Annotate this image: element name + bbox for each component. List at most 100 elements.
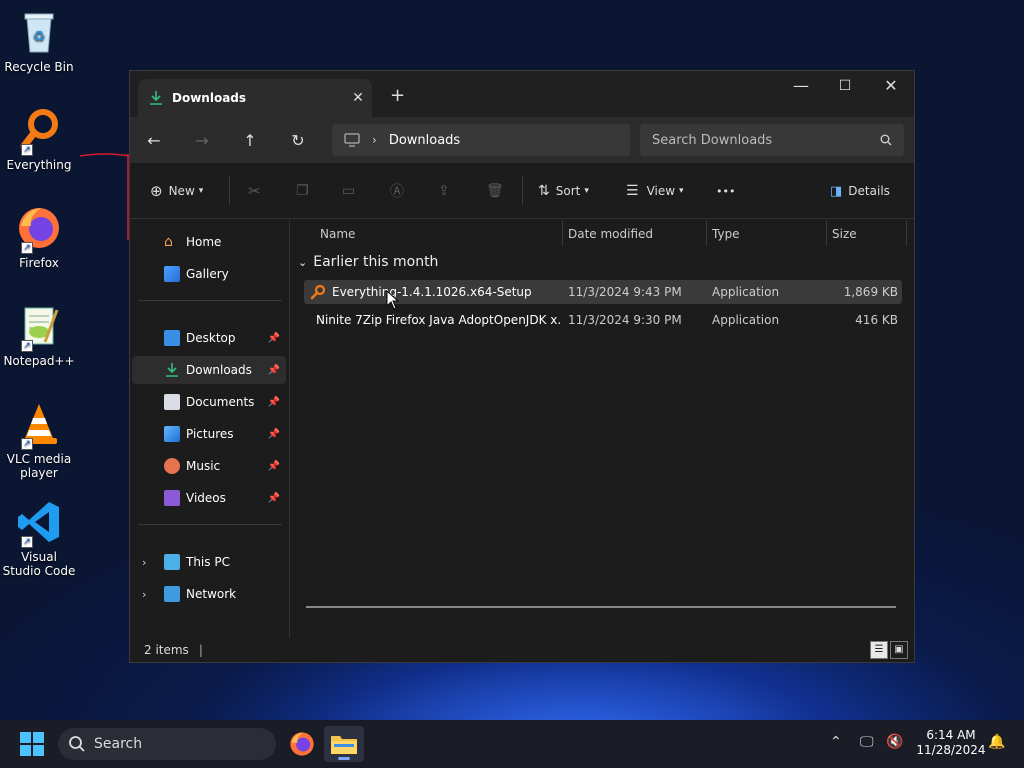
column-header-size[interactable]: Size — [832, 220, 857, 248]
desktop-icon-label: Visual Studio Code — [2, 550, 76, 578]
details-button[interactable]: ◨ Details — [830, 163, 890, 219]
table-row[interactable]: Ninite 7Zip Firefox Java AdoptOpenJDK x.… — [304, 308, 902, 332]
copy-icon[interactable]: ❐ — [296, 163, 309, 219]
file-type: Application — [712, 285, 780, 299]
desktop-icon-notepad-plus-plus[interactable]: ↗ Notepad++ — [2, 302, 76, 368]
view-list-icon: ☰ — [626, 183, 639, 199]
desktop-icon-vscode[interactable]: ↗ Visual Studio Code — [2, 498, 76, 578]
sidebar-item-gallery[interactable]: Gallery — [132, 260, 286, 288]
sort-button[interactable]: ⇅ Sort ▾ — [538, 163, 589, 219]
everything-search-icon: ↗ — [15, 106, 63, 156]
desktop-icon-firefox[interactable]: ↗ Firefox — [2, 204, 76, 270]
desktop-icon-label: Everything — [6, 158, 72, 172]
taskbar-file-explorer[interactable] — [324, 726, 364, 762]
pictures-icon — [164, 426, 180, 442]
pin-icon[interactable]: 📌 — [268, 429, 280, 440]
chevron-right-icon[interactable]: › — [142, 588, 146, 601]
pin-icon[interactable]: 📌 — [268, 397, 280, 408]
sidebar-item-pictures[interactable]: Pictures 📌 — [132, 420, 286, 448]
breadcrumb-downloads[interactable]: Downloads — [389, 133, 460, 148]
column-header-type[interactable]: Type — [712, 220, 740, 248]
pin-icon[interactable]: 📌 — [268, 333, 280, 344]
sort-label: Sort — [555, 184, 581, 198]
forward-arrow-icon[interactable]: → — [178, 131, 226, 150]
recycle-bin-icon: ♻ — [15, 8, 63, 56]
search-input[interactable]: Search Downloads — [640, 124, 904, 156]
divider — [138, 524, 282, 525]
paste-icon[interactable]: ▭ — [342, 163, 355, 219]
column-divider[interactable] — [562, 220, 563, 246]
column-divider[interactable] — [906, 220, 907, 246]
sidebar-item-desktop[interactable]: Desktop 📌 — [132, 324, 286, 352]
notification-bell-icon[interactable]: 🔔 — [988, 734, 1005, 750]
new-tab-button[interactable]: + — [390, 85, 405, 106]
desktop-icon-label: Recycle Bin — [4, 60, 74, 74]
share-icon[interactable]: ⇪ — [438, 163, 450, 219]
shortcut-arrow-icon: ↗ — [21, 438, 33, 450]
mouse-cursor-icon — [386, 290, 400, 310]
desktop-icon-vlc[interactable]: ↗ VLC media player — [2, 400, 76, 480]
tab-close-icon[interactable]: ✕ — [344, 90, 372, 106]
delete-icon[interactable]: 🗑 — [486, 163, 504, 219]
plus-circle-icon: ⊕ — [150, 182, 163, 200]
sidebar-item-home[interactable]: ⌂ Home — [132, 228, 286, 256]
file-name-cell: Everything-1.4.1.1026.x64-Setup — [304, 284, 562, 300]
desktop-icon-label: Notepad++ — [3, 354, 75, 368]
column-divider[interactable] — [706, 220, 707, 246]
sidebar-item-downloads[interactable]: Downloads 📌 — [132, 356, 286, 384]
refresh-icon[interactable]: ↻ — [274, 131, 322, 150]
title-bar: Downloads ✕ + — ☐ ✕ — [130, 71, 914, 117]
sidebar-item-videos[interactable]: Videos 📌 — [132, 484, 286, 512]
tab-title: Downloads — [172, 91, 247, 105]
pin-icon[interactable]: 📌 — [268, 365, 280, 376]
details-view-icon[interactable]: ☰ — [870, 641, 888, 659]
file-date: 11/3/2024 9:43 PM — [568, 285, 682, 299]
pin-icon[interactable]: 📌 — [268, 493, 280, 504]
desktop-folder-icon — [164, 330, 180, 346]
system-clock[interactable]: 6:14 AM 11/28/2024 — [916, 728, 986, 758]
sidebar-item-network[interactable]: › Network — [132, 580, 286, 608]
tab-downloads[interactable]: Downloads ✕ — [138, 79, 372, 117]
everything-search-icon — [310, 284, 326, 300]
address-bar[interactable]: › Downloads — [332, 124, 630, 156]
red-annotation-stroke — [80, 153, 131, 240]
new-button[interactable]: ⊕ New ▾ — [150, 163, 203, 219]
cut-icon[interactable]: ✂ — [248, 163, 261, 219]
pin-icon[interactable]: 📌 — [268, 461, 280, 472]
up-arrow-icon[interactable]: ↑ — [226, 131, 274, 150]
maximize-button[interactable]: ☐ — [822, 71, 868, 103]
view-button[interactable]: ☰ View ▾ — [626, 163, 684, 219]
gallery-icon — [164, 266, 180, 282]
close-button[interactable]: ✕ — [868, 71, 914, 103]
taskbar-firefox[interactable] — [282, 726, 322, 762]
chevron-up-icon[interactable]: ⌃ — [830, 734, 842, 750]
minimize-button[interactable]: — — [778, 71, 824, 103]
more-options-button[interactable]: ••• — [716, 163, 735, 219]
tiles-view-icon[interactable]: ▣ — [890, 641, 908, 659]
group-header[interactable]: ⌄ Earlier this month — [298, 254, 438, 270]
sidebar-item-music[interactable]: Music 📌 — [132, 452, 286, 480]
back-arrow-icon[interactable]: ← — [130, 131, 178, 150]
file-name: Ninite 7Zip Firefox Java AdoptOpenJDK x.… — [316, 313, 562, 327]
desktop-icon-everything[interactable]: ↗ Everything — [2, 106, 76, 172]
chevron-down-icon: ⌄ — [298, 255, 308, 269]
sidebar-item-documents[interactable]: Documents 📌 — [132, 388, 286, 416]
column-header-date[interactable]: Date modified — [568, 220, 653, 248]
sidebar-item-this-pc[interactable]: › This PC — [132, 548, 286, 576]
desktop-icon-recycle-bin[interactable]: ♻ Recycle Bin — [2, 8, 76, 74]
taskbar-search[interactable]: Search — [58, 728, 276, 760]
firefox-icon: ↗ — [15, 204, 63, 254]
volume-muted-icon[interactable]: 🔇 — [886, 734, 903, 750]
taskbar: Search ⌃ 🖵 🔇 6:14 AM 11/28/2024 🔔 — [0, 720, 1024, 768]
details-pane-icon: ◨ — [830, 183, 843, 199]
chevron-right-icon[interactable]: › — [142, 556, 146, 569]
column-divider[interactable] — [826, 220, 827, 246]
sidebar-item-label: Gallery — [186, 267, 229, 281]
chevron-down-icon: ▾ — [679, 186, 684, 196]
network-status-icon[interactable]: 🖵 — [860, 734, 874, 750]
rename-icon[interactable]: Ⓐ — [390, 163, 404, 219]
home-icon: ⌂ — [164, 234, 173, 250]
windows-start-icon[interactable] — [20, 732, 44, 756]
horizontal-scrollbar[interactable] — [306, 606, 896, 608]
column-header-name[interactable]: Name — [320, 220, 355, 248]
